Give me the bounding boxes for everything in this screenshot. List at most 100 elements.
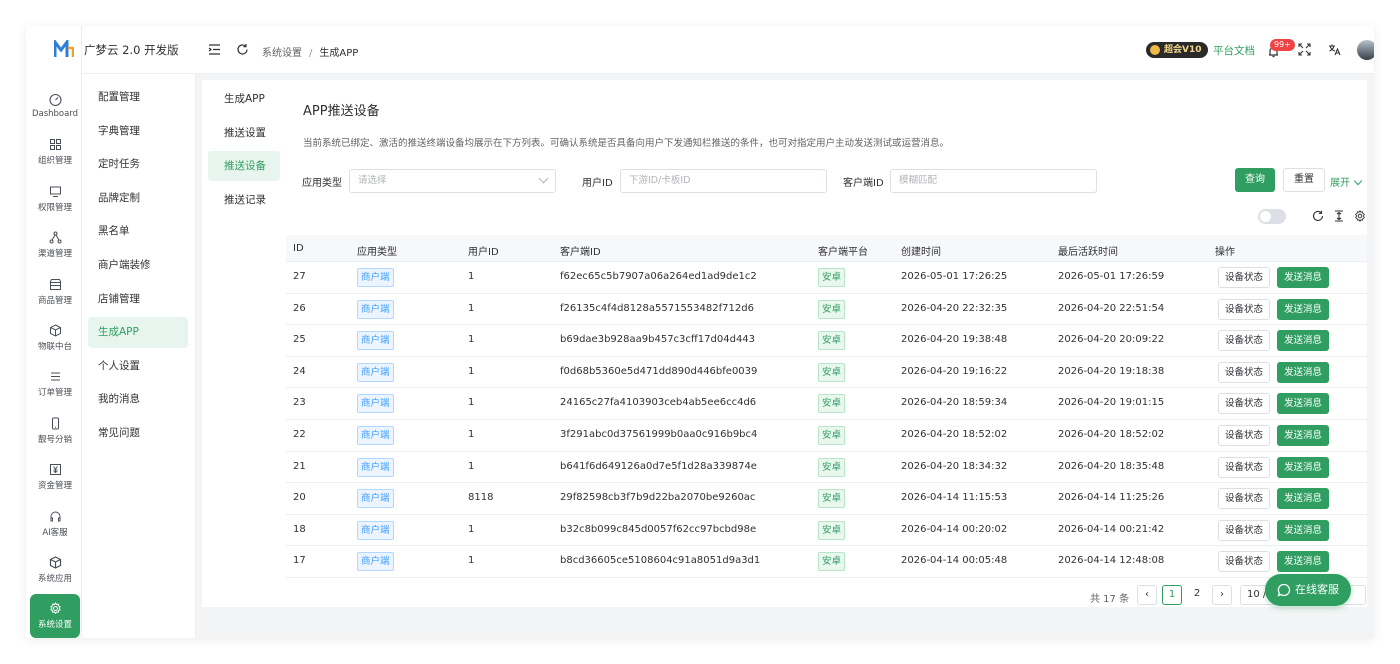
breadcrumb-parent[interactable]: 系统设置 bbox=[262, 48, 302, 59]
top-header: 广梦云 2.0 开发版 系统设置 / 生成APP 超会V10 平台文档 99+ bbox=[82, 26, 1374, 74]
submenu-item-8[interactable]: 个人设置 bbox=[88, 351, 188, 382]
tab-2[interactable]: 推送设备 bbox=[208, 151, 280, 182]
submenu-item-7[interactable]: 生成APP bbox=[88, 317, 188, 349]
user-id-input[interactable]: 下游ID/卡板ID bbox=[620, 169, 827, 193]
tab-1[interactable]: 推送设置 bbox=[208, 118, 280, 148]
device-status-button[interactable]: 设备状态 bbox=[1218, 298, 1271, 320]
rail-item-7[interactable]: 靓号分销 bbox=[30, 409, 80, 453]
rail-item-11[interactable]: 系统设置 bbox=[30, 594, 80, 638]
device-status-button[interactable]: 设备状态 bbox=[1218, 519, 1271, 541]
submenu-item-2[interactable]: 定时任务 bbox=[88, 149, 188, 180]
send-message-button[interactable]: 发送消息 bbox=[1277, 519, 1330, 541]
icon-rail: Dashboard 组织管理 权限管理 渠道管理 商品管理 物联中台 订单管理靓号分销资金管… bbox=[26, 26, 82, 638]
user-avatar[interactable] bbox=[1357, 40, 1374, 60]
rail-item-9[interactable]: AI客服 bbox=[30, 502, 80, 546]
expand-filters-button[interactable]: 展开 bbox=[1330, 174, 1361, 189]
device-status-button[interactable]: 设备状态 bbox=[1218, 330, 1271, 352]
col-created: 创建时间 bbox=[901, 247, 941, 258]
chevron-down-icon bbox=[538, 173, 549, 184]
submenu-item-6[interactable]: 店铺管理 bbox=[88, 284, 188, 315]
reset-button[interactable]: 重置 bbox=[1283, 168, 1325, 192]
send-message-button[interactable]: 发送消息 bbox=[1277, 488, 1330, 510]
client-id-input[interactable]: 模糊匹配 bbox=[890, 169, 1097, 193]
menu-collapse-icon[interactable] bbox=[208, 43, 221, 56]
table-row: 26 商户端 1 f26135c4f4d8128a5571553482f712d6 安卓… bbox=[286, 294, 1367, 326]
cell-client-id: 24165c27fa4103903ceb4ab5ee6cc4d6 bbox=[560, 397, 757, 409]
tab-0[interactable]: 生成APP bbox=[208, 84, 280, 114]
submenu-item-3[interactable]: 品牌定制 bbox=[88, 183, 188, 214]
device-status-button[interactable]: 设备状态 bbox=[1218, 393, 1271, 415]
platform-tag: 安卓 bbox=[818, 520, 846, 540]
device-status-button[interactable]: 设备状态 bbox=[1218, 551, 1271, 573]
next-page-button[interactable]: › bbox=[1212, 585, 1232, 605]
column-height-icon[interactable] bbox=[1333, 210, 1345, 222]
send-message-button[interactable]: 发送消息 bbox=[1277, 456, 1330, 478]
rail-item-8[interactable]: 资金管理 bbox=[30, 455, 80, 499]
page-2-button[interactable]: 2 bbox=[1187, 585, 1207, 605]
breadcrumb-current: 生成APP bbox=[319, 48, 359, 59]
submenu-item-5[interactable]: 商户端装修 bbox=[88, 250, 188, 281]
online-service-button[interactable]: 在线客服 bbox=[1265, 574, 1351, 606]
rail-item-label: 靓号分销 bbox=[37, 434, 72, 445]
device-status-button[interactable]: 设备状态 bbox=[1218, 425, 1271, 446]
device-status-button[interactable]: 设备状态 bbox=[1218, 267, 1271, 288]
send-message-button[interactable]: 发送消息 bbox=[1277, 361, 1330, 383]
col-app-type: 应用类型 bbox=[357, 247, 397, 258]
cell-user-id: 1 bbox=[468, 523, 475, 535]
app-type-select[interactable]: 请选择 bbox=[349, 169, 556, 193]
app-type-placeholder: 请选择 bbox=[358, 175, 387, 186]
chat-icon bbox=[1277, 583, 1291, 597]
submenu-item-1[interactable]: 字典管理 bbox=[88, 116, 188, 147]
cube-icon bbox=[49, 556, 61, 569]
submenu-item-10[interactable]: 常见问题 bbox=[88, 418, 188, 449]
refresh-table-icon[interactable] bbox=[1312, 210, 1324, 222]
rail-item-6[interactable]: 订单管理 bbox=[30, 362, 80, 406]
rail-item-0[interactable]: Dashboard bbox=[30, 84, 80, 128]
rail-item-2[interactable]: 权限管理 bbox=[30, 177, 80, 221]
cell-created: 2026-04-20 18:59:34 bbox=[901, 397, 1008, 409]
send-message-button[interactable]: 发送消息 bbox=[1277, 551, 1330, 573]
rail-item-4[interactable]: 商品管理 bbox=[30, 270, 80, 314]
fullscreen-icon[interactable] bbox=[1298, 43, 1311, 56]
prev-page-button[interactable]: ‹ bbox=[1137, 585, 1157, 605]
submenu-item-0[interactable]: 配置管理 bbox=[88, 82, 188, 113]
query-button[interactable]: 查询 bbox=[1235, 168, 1275, 192]
cell-client-id: f26135c4f4d8128a5571553482f712d6 bbox=[560, 302, 754, 314]
cell-id: 23 bbox=[293, 397, 306, 409]
app-type-tag: 商户端 bbox=[357, 268, 394, 287]
rail-item-5[interactable]: 物联中台 bbox=[30, 316, 80, 360]
column-settings-icon[interactable] bbox=[1354, 210, 1366, 222]
translate-icon[interactable] bbox=[1328, 43, 1341, 56]
table-row: 23 商户端 1 24165c27fa4103903ceb4ab5ee6cc4d6 安卓… bbox=[286, 388, 1367, 420]
breadcrumb-separator: / bbox=[309, 48, 313, 59]
device-status-button[interactable]: 设备状态 bbox=[1218, 361, 1271, 383]
rail-item-10[interactable]: 系统应用 bbox=[30, 548, 80, 592]
display-toggle[interactable] bbox=[1258, 209, 1286, 224]
submenu-item-9[interactable]: 我的消息 bbox=[88, 384, 188, 415]
send-message-button[interactable]: 发送消息 bbox=[1277, 267, 1330, 288]
rail-item-1[interactable]: 组织管理 bbox=[30, 130, 80, 174]
cell-id: 24 bbox=[293, 365, 306, 377]
rail-item-3[interactable]: 渠道管理 bbox=[30, 223, 80, 267]
send-message-button[interactable]: 发送消息 bbox=[1277, 330, 1330, 352]
send-message-button[interactable]: 发送消息 bbox=[1277, 298, 1330, 320]
cell-user-id: 1 bbox=[468, 365, 475, 377]
submenu-item-4[interactable]: 黑名单 bbox=[88, 216, 188, 247]
device-status-button[interactable]: 设备状态 bbox=[1218, 488, 1271, 510]
cell-last-active: 2026-04-14 11:25:26 bbox=[1058, 492, 1165, 504]
vip-badge[interactable]: 超会V10 bbox=[1146, 42, 1208, 58]
phone-icon bbox=[51, 417, 59, 430]
send-message-button[interactable]: 发送消息 bbox=[1277, 425, 1330, 446]
tab-3[interactable]: 推送记录 bbox=[208, 185, 280, 215]
headset-icon bbox=[50, 511, 60, 522]
share-icon bbox=[49, 231, 61, 244]
device-status-button[interactable]: 设备状态 bbox=[1218, 456, 1271, 478]
page-1-button[interactable]: 1 bbox=[1162, 585, 1182, 605]
platform-docs-link[interactable]: 平台文档 bbox=[1213, 43, 1255, 58]
app-type-tag: 商户端 bbox=[357, 394, 394, 414]
cell-user-id: 8118 bbox=[468, 492, 494, 504]
refresh-icon[interactable] bbox=[236, 43, 249, 56]
platform-tag: 安卓 bbox=[818, 426, 846, 445]
send-message-button[interactable]: 发送消息 bbox=[1277, 393, 1330, 415]
page-title: APP推送设备 bbox=[303, 104, 380, 119]
